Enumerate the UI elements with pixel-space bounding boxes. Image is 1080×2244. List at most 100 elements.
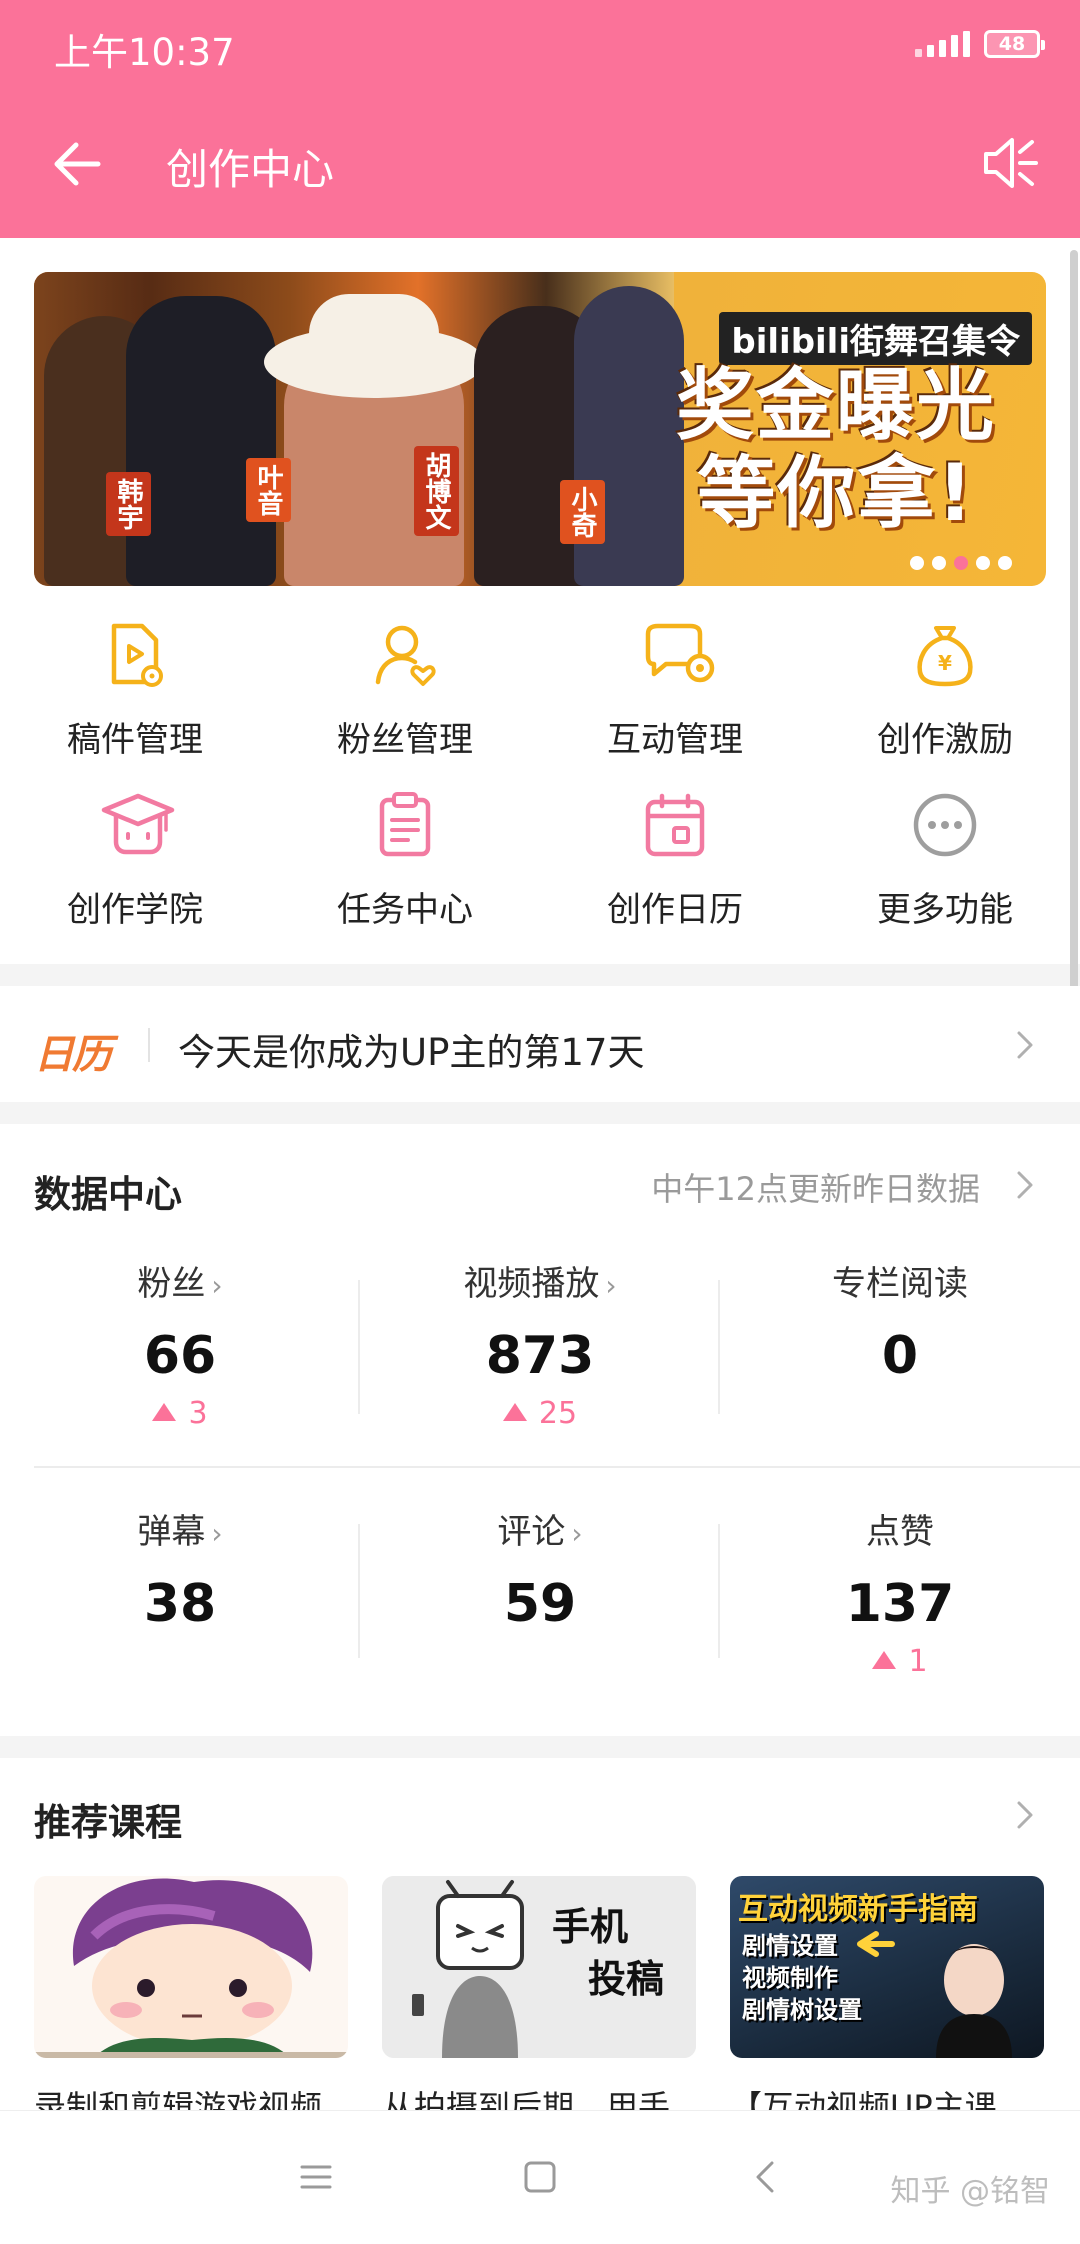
clipboard-icon [370, 790, 440, 860]
stat-article-reads: 专栏阅读 0 [720, 1256, 1080, 1386]
arrow-up-icon [152, 1403, 177, 1421]
action-fans-management[interactable]: 粉丝管理 [270, 620, 540, 780]
action-creator-incentive[interactable]: ¥ 创作激励 [810, 620, 1080, 780]
carousel-dot [976, 556, 990, 570]
stat-value: 0 [881, 1326, 919, 1386]
stat-delta: 1 [720, 1644, 1080, 1679]
carousel-dot [998, 556, 1012, 570]
stat-danmaku[interactable]: 弹幕 › 38 [0, 1504, 360, 1634]
section-title: 推荐课程 [34, 1801, 182, 1844]
academy-icon [100, 790, 175, 860]
chevron-right-icon[interactable] [1010, 1800, 1040, 1830]
action-label: 稿件管理 [67, 720, 203, 760]
manuscript-icon [100, 620, 170, 690]
data-update-note[interactable]: 中午12点更新昨日数据 [651, 1164, 980, 1210]
stat-label: 视频播放 [463, 1264, 600, 1304]
action-label: 更多功能 [877, 890, 1013, 930]
status-bar: 上午10:37 48 [0, 0, 1080, 92]
menu-icon[interactable] [296, 2157, 336, 2197]
svg-text:¥: ¥ [938, 651, 952, 675]
carousel-indicator [910, 556, 1012, 570]
action-interaction-management[interactable]: 互动管理 [540, 620, 810, 780]
status-indicators: 48 [915, 30, 1045, 58]
stat-value: 59 [503, 1574, 577, 1634]
banner-name: 叶音 [246, 458, 291, 522]
arrow-left-icon [54, 142, 101, 186]
divider [34, 1466, 1080, 1468]
carousel-dot [932, 556, 946, 570]
chevron-right-icon [1017, 1031, 1033, 1059]
app-header: 创作中心 [0, 92, 1080, 238]
speaker-mute-icon [984, 138, 1038, 188]
page-title: 创作中心 [166, 145, 335, 194]
calendar-icon [640, 790, 710, 860]
action-manuscript-management[interactable]: 稿件管理 [0, 620, 270, 780]
interaction-icon [640, 620, 715, 690]
calendar-entry[interactable]: 日历 今天是你成为UP主的第17天 [0, 986, 1080, 1102]
calendar-badge: 日历 [34, 1032, 112, 1078]
carousel-dot [910, 556, 924, 570]
scrollbar[interactable] [1070, 250, 1078, 990]
stat-label: 点赞 [866, 1512, 934, 1552]
watermark: 知乎 @铭智 [890, 2174, 1050, 2209]
stat-value: 873 [485, 1326, 595, 1386]
chevron-right-icon: › [571, 1517, 583, 1550]
stat-label: 评论 [497, 1512, 566, 1552]
banner-tagline: bilibili街舞召集令 [719, 312, 1032, 365]
action-label: 创作激励 [877, 720, 1013, 760]
banner-name: 胡博文 [414, 446, 459, 536]
more-icon [910, 790, 980, 860]
data-center-panel: 数据中心 中午12点更新昨日数据 粉丝 › 66 3 视频播放 › 873 25 专… [0, 1124, 1080, 1736]
action-label: 互动管理 [607, 720, 743, 760]
calendar-message: 今天是你成为UP主的第17天 [178, 1031, 645, 1074]
action-task-center[interactable]: 任务中心 [270, 790, 540, 950]
chevron-right-icon: › [211, 1517, 223, 1550]
course-thumbnail: 手机 投稿 [382, 1876, 696, 2058]
status-time: 上午10:37 [54, 31, 235, 74]
action-label: 任务中心 [337, 890, 473, 930]
stat-label: 粉丝 [137, 1264, 206, 1304]
course-thumbnail [34, 1876, 348, 2058]
course-thumb-heading: 互动视频新手指南 [738, 1892, 978, 1927]
action-label: 创作日历 [607, 890, 743, 930]
course-thumb-lines: 剧情设置 视频制作 剧情树设置 [742, 1932, 862, 2024]
action-creator-calendar[interactable]: 创作日历 [540, 790, 810, 950]
mute-button[interactable] [974, 128, 1044, 198]
stat-likes: 点赞 137 1 [720, 1504, 1080, 1679]
stat-value: 66 [143, 1326, 217, 1386]
battery-icon: 48 [984, 30, 1045, 58]
stat-delta: 3 [0, 1396, 360, 1431]
signal-icon [915, 31, 970, 57]
stat-value: 38 [143, 1574, 217, 1634]
chevron-right-icon: › [605, 1269, 617, 1302]
course-thumb-text: 投稿 [588, 1957, 665, 2001]
chevron-right-icon: › [211, 1269, 223, 1302]
fans-icon [370, 620, 440, 690]
back-icon[interactable] [746, 2157, 786, 2197]
arrow-up-icon [872, 1651, 897, 1669]
money-bag-icon: ¥ [910, 620, 980, 690]
recommended-courses-panel: 推荐课程 录制和剪辑游戏视频 手机 投稿 从拍摄到后期，用手 互动视频新手指南 … [0, 1736, 1080, 2126]
stat-value: 137 [845, 1574, 955, 1634]
back-button[interactable] [46, 132, 110, 196]
stat-label: 弹幕 [137, 1512, 206, 1552]
divider [148, 1028, 150, 1062]
stat-video-plays[interactable]: 视频播放 › 873 25 [360, 1256, 720, 1431]
section-title: 数据中心 [34, 1173, 182, 1216]
stat-label: 专栏阅读 [832, 1264, 968, 1304]
stat-comments[interactable]: 评论 › 59 [360, 1504, 720, 1634]
home-icon[interactable] [520, 2157, 560, 2197]
action-more-features[interactable]: 更多功能 [810, 790, 1080, 950]
stat-delta: 25 [360, 1396, 720, 1431]
cartoon-avatar-image [34, 1876, 348, 2058]
stat-fans[interactable]: 粉丝 › 66 3 [0, 1256, 360, 1431]
section-gap [0, 1736, 1080, 1758]
action-creator-academy[interactable]: 创作学院 [0, 790, 270, 950]
carousel-dot-active [954, 556, 968, 570]
banner-name: 韩宇 [106, 472, 151, 536]
chevron-right-icon[interactable] [1010, 1170, 1040, 1200]
action-label: 创作学院 [67, 890, 203, 930]
banner-headline: 奖金曝光 等你拿! [675, 361, 996, 539]
banner-carousel[interactable]: 韩宇 叶音 胡博文 小奇 bilibili街舞召集令 奖金曝光 等你拿! [34, 272, 1046, 586]
banner-name: 小奇 [560, 480, 605, 544]
